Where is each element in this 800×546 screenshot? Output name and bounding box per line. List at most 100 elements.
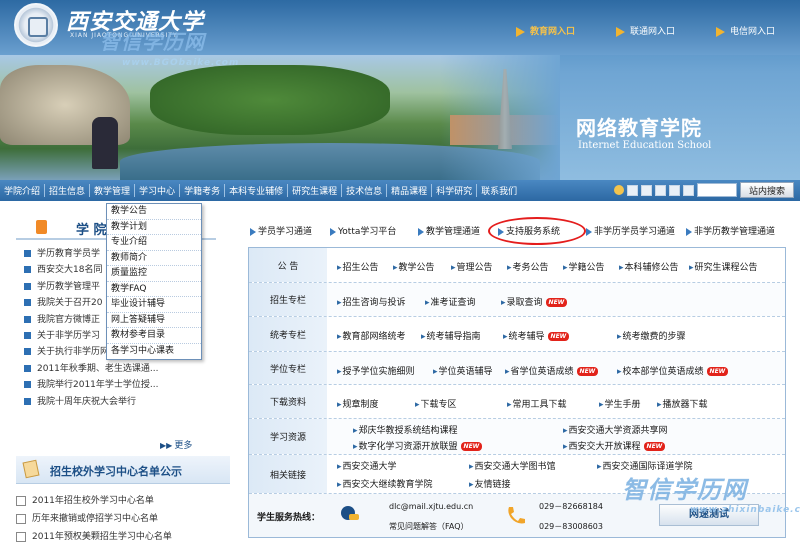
search-option-box[interactable]: [668, 184, 680, 196]
link-player-download[interactable]: 播放器下载: [657, 397, 708, 410]
news-item[interactable]: 2011年秋季期、老生选课通...: [24, 361, 234, 377]
news-item[interactable]: 我院十周年庆祝大会举行: [24, 394, 234, 410]
link-exam-payment-steps[interactable]: 统考缴费的步骤: [617, 329, 686, 342]
row-body: 授予学位实施细则 学位英语辅导 省学位英语成绩NEW 校本部学位英语成绩NEW: [327, 352, 785, 384]
link-xjtu-library[interactable]: 西安交通大学图书馆: [469, 459, 556, 472]
search-area: 站内搜索: [613, 182, 794, 198]
link-moe-unified-exam[interactable]: 教育部网络统考: [337, 329, 406, 342]
new-badge: NEW: [706, 367, 729, 376]
learning-center-item[interactable]: 历年来撤销或停招学习中心名单: [16, 510, 236, 528]
row-body: 规章制度 下载专区 常用工具下载 学生手册 播放器下载: [327, 385, 785, 418]
row-label: 下载资料: [249, 385, 327, 418]
main-nav: 学院介绍 招生信息 教学管理 学习中心 学籍考务 本科专业辅修 研究生课程 技术…: [0, 180, 800, 201]
site-search-button[interactable]: 站内搜索: [739, 182, 794, 198]
menu-item-teaching-faq[interactable]: 教学FAQ: [107, 282, 201, 297]
new-badge: NEW: [576, 367, 599, 376]
nav-registry-exams[interactable]: 学籍考务: [180, 184, 226, 197]
nav-research[interactable]: 科学研究: [432, 184, 478, 197]
menu-item-textbook-catalog[interactable]: 教材参考目录: [107, 328, 201, 344]
link-campus-english-score[interactable]: 校本部学位英语成绩NEW: [617, 364, 729, 377]
learning-center-item[interactable]: 2011年招生校外学习中心名单: [16, 492, 236, 510]
entry-education-network[interactable]: 教育网入口: [516, 24, 575, 37]
link-tools-download[interactable]: 常用工具下载: [507, 397, 567, 410]
link-zheng-course[interactable]: 郑庆华教授系统结构课程: [353, 423, 458, 436]
search-option-box[interactable]: [626, 184, 638, 196]
link-graduate-notice[interactable]: 研究生课程公告: [689, 260, 758, 273]
link-admission-notice[interactable]: 招生公告: [337, 260, 379, 273]
link-exam-notice[interactable]: 考务公告: [507, 260, 549, 273]
search-input[interactable]: [696, 183, 737, 197]
arrow-icon: [586, 227, 592, 236]
nav-graduate-courses[interactable]: 研究生课程: [288, 184, 343, 197]
more-link[interactable]: 更多: [160, 438, 192, 451]
quick-link-student-channel[interactable]: 学员学习通道: [250, 224, 312, 237]
link-admission-result-query[interactable]: 录取查询NEW: [501, 295, 568, 308]
phone-icon: [508, 507, 525, 524]
arrow-icon: [330, 227, 336, 236]
search-option-box[interactable]: [640, 184, 652, 196]
nav-tech-info[interactable]: 技术信息: [342, 184, 388, 197]
link-student-handbook[interactable]: 学生手册: [599, 397, 641, 410]
arrow-icon: [616, 26, 625, 37]
quick-link-nondegree-student[interactable]: 非学历学员学习通道: [586, 224, 675, 237]
menu-item-quality-monitoring[interactable]: 质量监控: [107, 266, 201, 282]
menu-item-teaching-notice[interactable]: 教学公告: [107, 204, 201, 220]
menu-item-thesis-guidance[interactable]: 毕业设计辅导: [107, 297, 201, 313]
nav-about[interactable]: 学院介绍: [0, 184, 46, 197]
link-digital-resource-alliance[interactable]: 数字化学习资源开放联盟NEW: [353, 439, 483, 452]
nav-admissions[interactable]: 招生信息: [45, 184, 91, 197]
link-minor-notice[interactable]: 本科辅修公告: [619, 260, 679, 273]
nav-quality-courses[interactable]: 精品课程: [387, 184, 433, 197]
link-xjtu[interactable]: 西安交通大学: [337, 459, 397, 472]
menu-item-center-schedules[interactable]: 各学习中心课表: [107, 344, 201, 360]
row-notices: 公 告 招生公告 教学公告 管理公告 考务公告 学籍公告 本科辅修公告 研究生课…: [249, 248, 785, 283]
menu-item-online-qa[interactable]: 网上答疑辅导: [107, 313, 201, 328]
support-email[interactable]: dlc@mail.xjtu.edu.cn: [389, 502, 473, 511]
top-bar: 西安交通大学 XIAN JIAOTONG UNIVERSITY 智信学历网 教育…: [0, 0, 800, 55]
nav-teaching-management[interactable]: 教学管理: [90, 184, 136, 197]
link-exam-guide[interactable]: 统考辅导指南: [421, 329, 481, 342]
row-body: 教育部网络统考 统考辅导指南 统考辅导NEW 统考缴费的步骤: [327, 317, 785, 351]
link-management-notice[interactable]: 管理公告: [451, 260, 493, 273]
entry-telecom-network[interactable]: 电信网入口: [716, 24, 775, 37]
entry-unicom-network[interactable]: 联通网入口: [616, 24, 675, 37]
search-option-box[interactable]: [682, 184, 694, 196]
faq-link[interactable]: 常见问题解答（FAQ）: [389, 521, 469, 532]
university-seal-icon: [14, 3, 58, 47]
link-regulations[interactable]: 规章制度: [337, 397, 379, 410]
link-xjtu-open-course[interactable]: 西安交大开放课程NEW: [563, 439, 666, 452]
link-download-zone[interactable]: 下载专区: [415, 397, 457, 410]
learning-center-header: 招生校外学习中心名单公示: [16, 456, 230, 484]
red-highlight-circle: [488, 217, 586, 245]
link-degree-rules[interactable]: 授予学位实施细则: [337, 364, 415, 377]
link-xjtu-continuing-education[interactable]: 西安交大继续教育学院: [337, 477, 433, 490]
link-provincial-english-score[interactable]: 省学位英语成绩NEW: [505, 364, 599, 377]
service-hotline-label: 学生服务热线：: [257, 513, 321, 523]
quick-link-teaching-admin[interactable]: 教学管理通道: [418, 224, 480, 237]
link-degree-english-tutoring[interactable]: 学位英语辅导: [433, 364, 493, 377]
menu-item-major-intro[interactable]: 专业介绍: [107, 235, 201, 251]
menu-item-teaching-plan[interactable]: 教学计划: [107, 220, 201, 235]
link-exam-tutoring[interactable]: 统考辅导NEW: [503, 329, 570, 342]
news-item[interactable]: 我院举行2011年学士学位授...: [24, 377, 234, 393]
link-admission-inquiry[interactable]: 招生咨询与投诉: [337, 295, 406, 308]
nav-contact[interactable]: 联系我们: [477, 184, 521, 197]
menu-item-teacher-intro[interactable]: 教师简介: [107, 251, 201, 266]
search-option-box[interactable]: [654, 184, 666, 196]
new-badge: NEW: [643, 442, 666, 451]
learning-center-list: 2011年招生校外学习中心名单 历年来撤销或停招学习中心名单 2011年预权美颗…: [16, 492, 236, 546]
link-xjtu-resource-sharing[interactable]: 西安交通大学资源共享网: [563, 423, 668, 436]
nav-minor-programs[interactable]: 本科专业辅修: [225, 184, 289, 197]
link-friendly-links[interactable]: 友情链接: [469, 477, 511, 490]
link-admit-card-query[interactable]: 准考证查询: [425, 295, 476, 308]
header: 西安交通大学 XIAN JIAOTONG UNIVERSITY 智信学历网 教育…: [0, 0, 800, 180]
link-teaching-notice[interactable]: 教学公告: [393, 260, 435, 273]
link-registry-notice[interactable]: 学籍公告: [563, 260, 605, 273]
nav-learning-centers[interactable]: 学习中心: [135, 184, 181, 197]
watermark-top-url: www.BGObaike.com: [122, 58, 240, 68]
quick-link-yotta-platform[interactable]: Yotta学习平台: [330, 224, 396, 237]
quick-link-nondegree-admin[interactable]: 非学历教学管理通道: [686, 224, 775, 237]
hotline-phone-2: 029－83008603: [539, 522, 603, 531]
learning-center-item[interactable]: 2011年预权美颗招生学习中心名单: [16, 528, 236, 546]
row-label: 公 告: [249, 248, 327, 282]
